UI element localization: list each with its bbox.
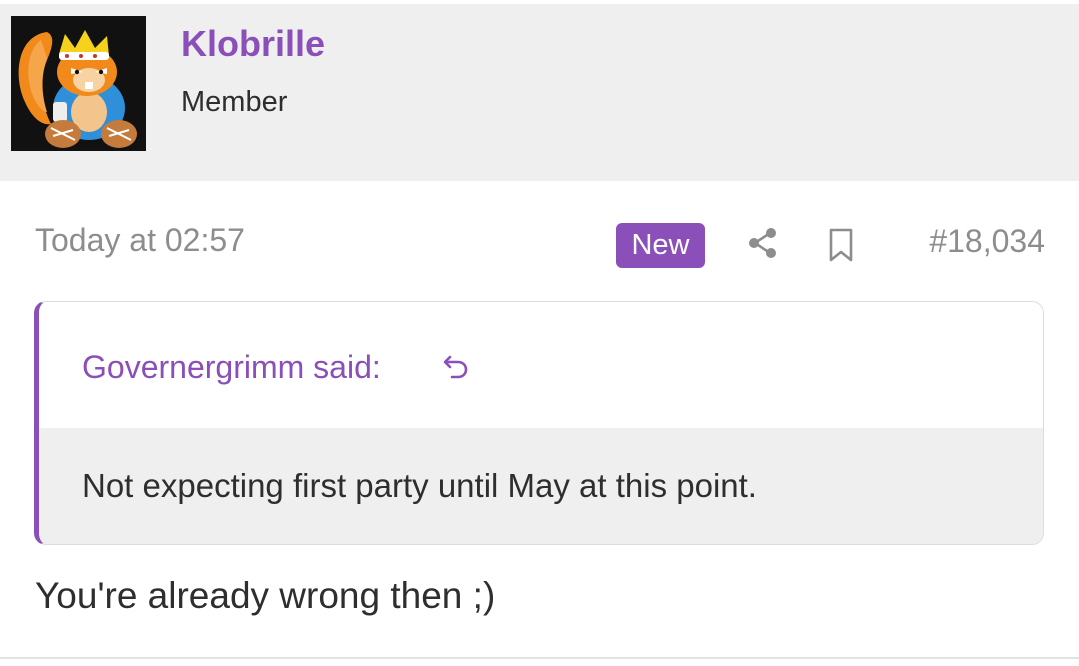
quote-text: Not expecting first party until May at t… [82, 467, 757, 504]
quote-block: Governergrimm said: Not expecting first … [34, 301, 1044, 545]
user-avatar[interactable] [11, 16, 146, 151]
new-badge: New [616, 223, 705, 268]
share-icon[interactable] [745, 225, 781, 261]
username-link[interactable]: Klobrille [181, 22, 325, 66]
squirrel-king-avatar-icon [11, 16, 146, 151]
post-body-text: You're already wrong then ;) [35, 575, 496, 616]
forum-post-page: Klobrille Member Today at 02:57 New #18,… [0, 0, 1079, 666]
bottom-strip [0, 659, 1079, 666]
bookmark-icon[interactable] [826, 227, 856, 263]
quote-body: Not expecting first party until May at t… [39, 428, 1043, 544]
reply-arrow-icon[interactable] [441, 351, 471, 381]
user-header: Klobrille Member [0, 4, 1079, 181]
quote-header: Governergrimm said: [39, 302, 1043, 428]
post-number-link[interactable]: #18,034 [929, 222, 1045, 260]
user-title: Member [181, 86, 288, 118]
post-timestamp[interactable]: Today at 02:57 [35, 221, 245, 259]
post-card: Today at 02:57 New #18,034 Governergrimm… [0, 181, 1079, 657]
quote-author-link[interactable]: Governergrimm said: [82, 348, 381, 386]
